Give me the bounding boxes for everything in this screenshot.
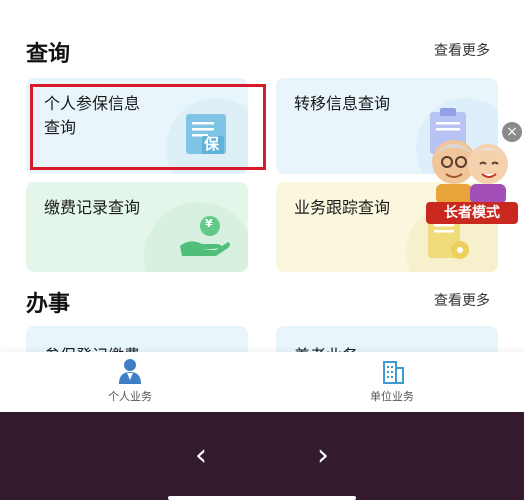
- bottom-tab-bar: 个人业务 单位业务: [0, 352, 524, 412]
- elder-mode-badge[interactable]: 长者模式: [418, 128, 522, 224]
- back-arrow-icon[interactable]: ‹: [186, 436, 216, 476]
- system-nav-bar: ‹ ›: [0, 412, 524, 500]
- building-icon: [382, 358, 404, 384]
- hand-coin-icon: [176, 214, 232, 258]
- card-payment-record-query[interactable]: 缴费记录查询 ¥: [26, 182, 248, 272]
- handle-section-title: 办事: [26, 292, 71, 317]
- tab-label: 单位业务: [370, 390, 414, 403]
- query-more-link[interactable]: 查看更多: [434, 40, 490, 60]
- tab-personal-business[interactable]: 个人业务: [30, 352, 230, 412]
- highlight-box: [30, 84, 266, 170]
- elder-mode-text: 长者模式: [444, 205, 500, 221]
- person-icon: [118, 358, 142, 384]
- card-label: 转移信息查询: [294, 94, 391, 113]
- elderly-couple-icon: [426, 132, 514, 204]
- tab-unit-business[interactable]: 单位业务: [292, 352, 492, 412]
- home-indicator[interactable]: [168, 496, 356, 500]
- close-icon[interactable]: ×: [502, 122, 522, 142]
- forward-arrow-icon[interactable]: ›: [308, 436, 338, 476]
- handle-more-link[interactable]: 查看更多: [434, 290, 490, 310]
- elder-mode-label: 长者模式: [426, 202, 518, 224]
- query-section-title: 查询: [26, 42, 71, 67]
- tab-label: 个人业务: [108, 390, 152, 403]
- card-label: 业务跟踪查询: [294, 198, 391, 217]
- badge-text: ¥: [205, 217, 213, 230]
